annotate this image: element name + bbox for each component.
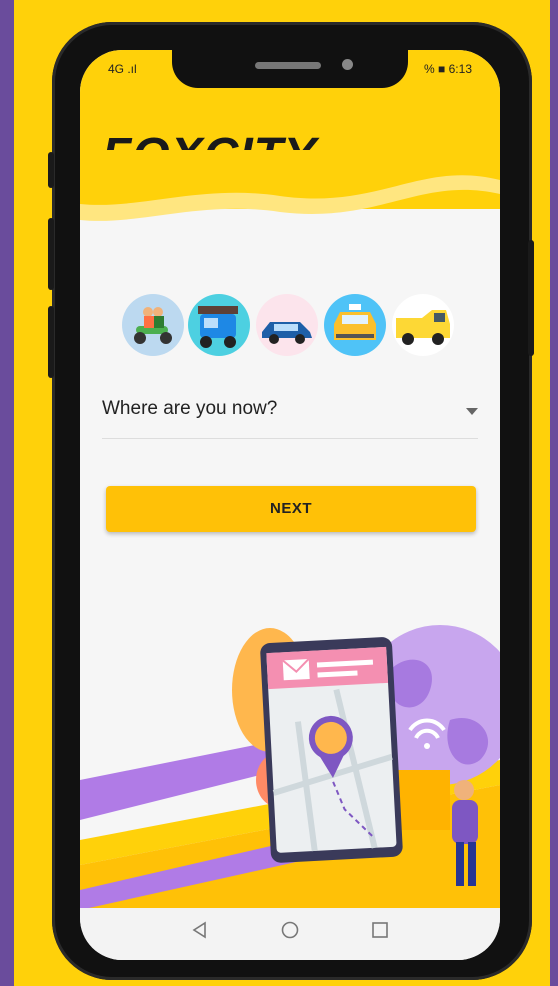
location-select[interactable]: Where are you now? [102,388,478,439]
phone-camera [342,59,353,70]
phone-side-button [48,152,54,188]
taxi-icon[interactable] [324,294,386,356]
tuktuk-icon[interactable] [188,294,250,356]
home-icon[interactable] [280,920,300,940]
vehicle-options [122,294,462,360]
header-wave [80,150,500,221]
status-left: 4G .ıl [108,62,137,76]
car-icon[interactable] [256,294,318,356]
phone-speaker [255,62,321,69]
phone-power-button [528,240,534,356]
phone-side-button [48,218,54,290]
scooter-icon[interactable] [122,294,184,356]
app-screen: 4G .ıl % ■ 6:13 FOXCITY [80,50,500,960]
back-icon[interactable] [190,920,210,940]
map-illustration [80,625,500,910]
chevron-down-icon [466,408,478,415]
status-right: % ■ 6:13 [424,62,472,76]
van-icon[interactable] [392,294,454,356]
android-nav-bar [80,908,500,960]
recents-icon[interactable] [370,920,390,940]
location-select-label: Where are you now? [102,398,278,419]
next-button[interactable]: NEXT [106,486,476,532]
phone-side-button [48,306,54,378]
